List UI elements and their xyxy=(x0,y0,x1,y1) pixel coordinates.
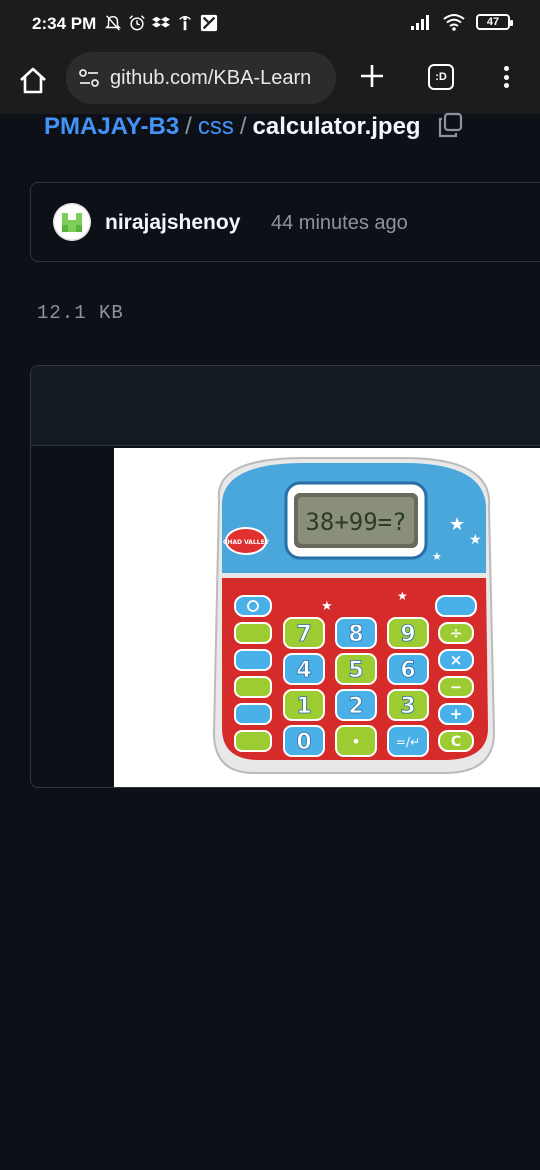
alarm-icon xyxy=(129,15,145,31)
calculator-display-text: 38+99=? xyxy=(305,508,406,536)
signal-i-icon xyxy=(179,16,191,31)
brand-logo-text: CHAD VALLEY xyxy=(223,539,270,546)
operator-label: + xyxy=(450,705,463,723)
star-icon: ★ xyxy=(321,598,333,613)
digit-label: 4 xyxy=(296,658,311,683)
calculator-image: 38+99=? CHAD VALLEY ★ ★ ★ ★ ★ ÷ × − + C … xyxy=(114,448,540,787)
file-viewer: 38+99=? CHAD VALLEY ★ ★ ★ ★ ★ ÷ × − + C … xyxy=(30,365,540,788)
avatar[interactable] xyxy=(53,203,91,241)
breadcrumb-repo-link[interactable]: PMAJAY-B3 xyxy=(44,113,179,140)
mute-icon xyxy=(104,15,122,31)
star-icon: ★ xyxy=(432,551,442,563)
status-time: 2:34 PM xyxy=(32,14,97,33)
url-text: github.com/KBA-Learn xyxy=(110,67,312,89)
star-icon: ★ xyxy=(397,589,408,603)
function-key xyxy=(234,703,272,725)
status-icons-right: 47 xyxy=(410,13,513,31)
operator-label: ÷ xyxy=(450,624,463,642)
star-icon: ★ xyxy=(449,514,465,534)
site-controls-icon[interactable] xyxy=(78,67,100,89)
star-icon: ★ xyxy=(469,531,482,547)
status-bar: 2:34 PM 47 xyxy=(0,0,540,48)
digit-label: 0 xyxy=(296,730,311,755)
function-key xyxy=(234,649,272,671)
operator-label: × xyxy=(450,651,463,669)
digit-label: 8 xyxy=(348,622,363,647)
copy-path-icon[interactable] xyxy=(437,112,463,138)
digit-label: 5 xyxy=(348,658,363,683)
home-icon[interactable] xyxy=(16,64,50,98)
address-bar[interactable]: github.com/KBA-Learn xyxy=(66,52,336,104)
operator-label: C xyxy=(451,734,461,750)
function-key xyxy=(234,622,272,644)
enter-label: =/↵ xyxy=(396,735,420,749)
digit-label: 7 xyxy=(296,622,311,647)
battery-level: 47 xyxy=(486,16,500,28)
wifi-icon xyxy=(443,14,465,31)
cellular-signal-icon xyxy=(411,15,429,30)
calculator-toy-illustration: 38+99=? CHAD VALLEY ★ ★ ★ ★ ★ ÷ × − + C … xyxy=(212,457,496,774)
commit-time: 44 minutes ago xyxy=(271,212,408,234)
dot-label: • xyxy=(351,732,360,751)
breadcrumb-file-name: calculator.jpeg xyxy=(252,113,421,140)
function-key xyxy=(234,676,272,698)
commit-author[interactable]: nirajajshenoy xyxy=(105,211,240,235)
digit-label: 3 xyxy=(400,694,415,719)
plus-icon[interactable] xyxy=(356,60,388,92)
file-size: 12.1 KB xyxy=(37,302,124,324)
file-viewer-header xyxy=(31,366,540,446)
sound-key xyxy=(435,595,477,617)
digit-label: 2 xyxy=(348,694,363,719)
breadcrumb: PMAJAY-B3/css / calculator.jpeg xyxy=(44,112,463,141)
breadcrumb-folder-link[interactable]: css xyxy=(198,113,234,140)
identicon-icon xyxy=(53,203,91,241)
latest-commit-box: nirajajshenoy 44 minutes ago xyxy=(30,182,540,262)
battery-icon: 47 xyxy=(476,14,513,30)
menu-dots-icon[interactable] xyxy=(494,62,518,92)
power-key xyxy=(234,595,272,617)
operator-label: − xyxy=(450,678,463,696)
breadcrumb-separator: / xyxy=(185,113,192,140)
tab-count: :D xyxy=(435,71,447,83)
browser-toolbar: github.com/KBA-Learn :D xyxy=(0,48,540,114)
app-icon xyxy=(200,14,218,32)
dropbox-icon xyxy=(152,16,170,28)
digit-label: 9 xyxy=(400,622,415,647)
status-icons-left xyxy=(104,13,218,33)
digit-label: 1 xyxy=(296,694,311,719)
tab-switcher-button[interactable]: :D xyxy=(428,64,454,90)
digit-label: 6 xyxy=(400,658,415,683)
function-key xyxy=(234,730,272,752)
breadcrumb-separator: / xyxy=(239,113,247,140)
